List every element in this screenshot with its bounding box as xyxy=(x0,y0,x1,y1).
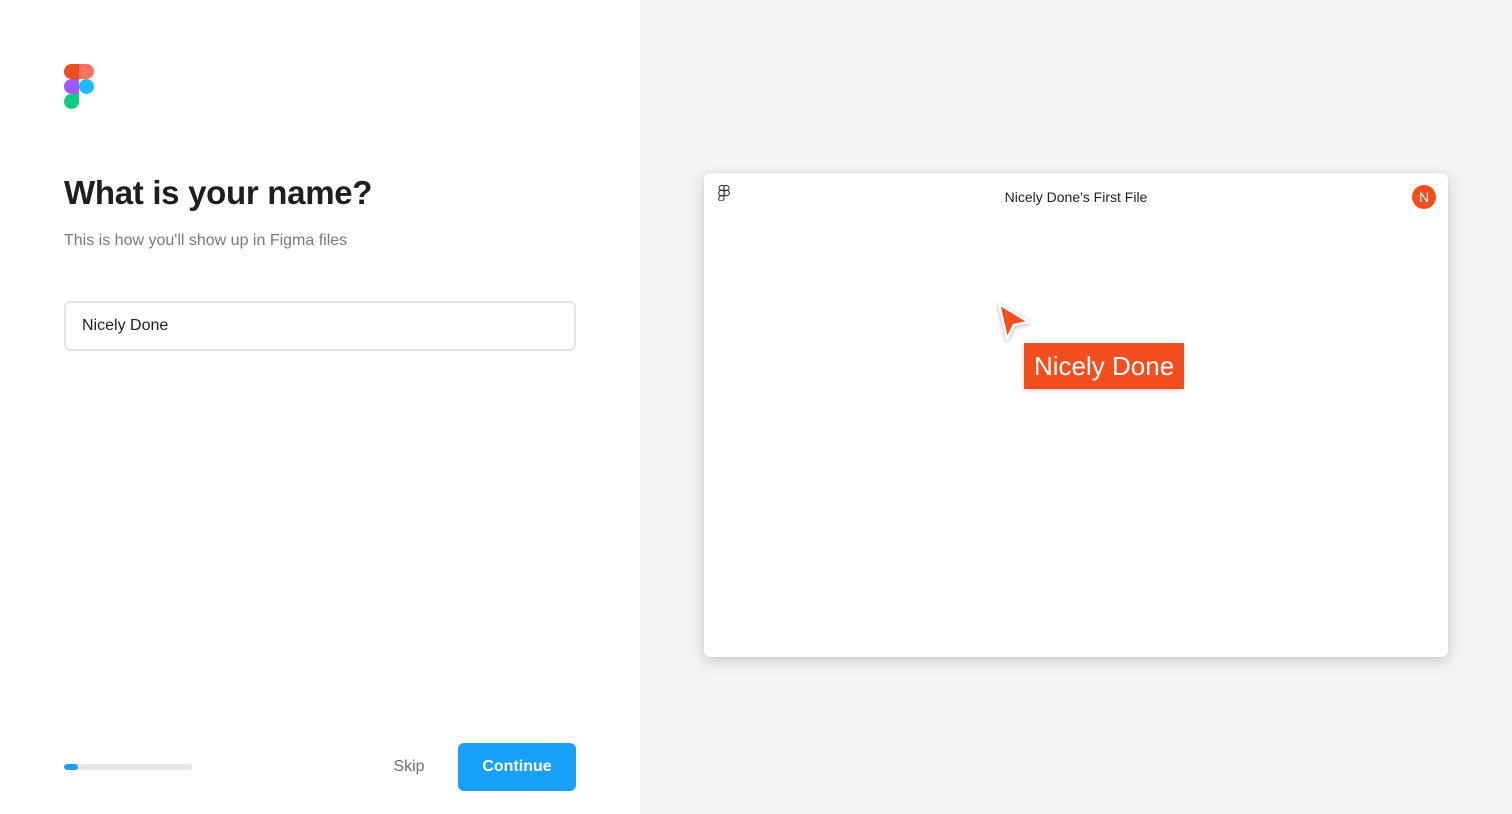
page-title: What is your name? xyxy=(64,174,373,211)
continue-button[interactable]: Continue xyxy=(458,743,576,791)
cursor-name-label: Nicely Done xyxy=(1024,343,1185,389)
figma-logo-icon xyxy=(64,64,94,109)
progress-bar xyxy=(64,764,192,770)
progress-bar-fill xyxy=(64,764,79,770)
skip-button[interactable]: Skip xyxy=(380,743,438,791)
page-subtitle: This is how you'll show up in Figma file… xyxy=(64,232,348,249)
file-title: Nicely Done's First File xyxy=(1004,189,1148,205)
name-input[interactable] xyxy=(64,301,576,351)
cursor-arrow-icon xyxy=(997,302,1031,341)
avatar: N xyxy=(1412,185,1436,209)
onboarding-panel: What is your name? This is how you'll sh… xyxy=(0,0,640,814)
file-preview-window: Nicely Done's First File N xyxy=(704,173,1448,657)
